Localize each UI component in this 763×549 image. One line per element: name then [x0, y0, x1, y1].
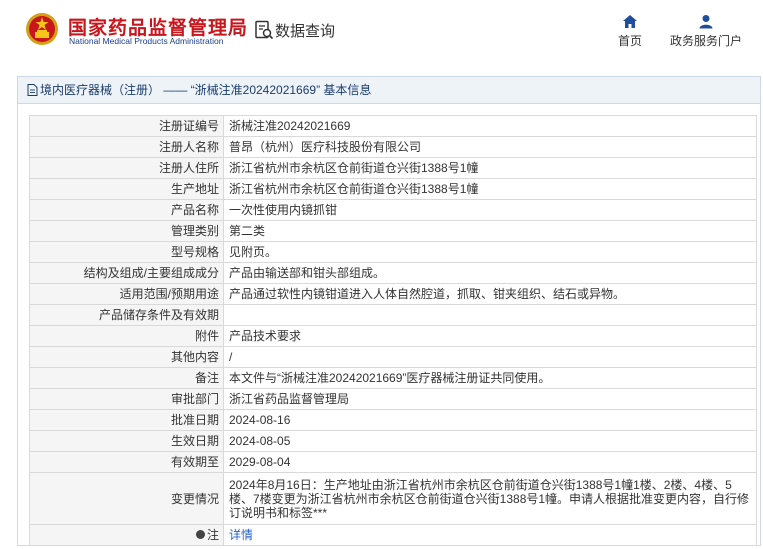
- field-value: 本文件与“浙械注准20242021669”医疗器械注册证共同使用。: [223, 367, 757, 389]
- field-label: 型号规格: [29, 241, 224, 263]
- field-label: 产品储存条件及有效期: [29, 304, 224, 326]
- table-row: 型号规格 见附页。: [29, 241, 757, 263]
- brand-subtitle: National Medical Products Administration: [69, 36, 224, 46]
- field-label: 管理类别: [29, 220, 224, 242]
- nav-portal-label: 政务服务门户: [669, 34, 742, 48]
- info-table-body: 注册证编号 浙械注准20242021669 注册人名称 普昂（杭州）医疗科技股份有限公…: [29, 115, 757, 546]
- table-row: 变更情况 2024年8月16日：生产地址由浙江省杭州市余杭区仓前街道仓兴街1388…: [29, 472, 757, 525]
- field-value: 一次性使用内镜抓钳: [223, 199, 757, 221]
- note-icon: [195, 530, 205, 539]
- field-label: 其他内容: [29, 346, 224, 368]
- field-value: 产品通过软性内镜钳道进入人体自然腔道，抓取、钳夹组织、结石或异物。: [223, 283, 757, 305]
- field-value: 普昂（杭州）医疗科技股份有限公司: [223, 136, 757, 158]
- table-row: 生效日期 2024-08-05: [29, 430, 757, 452]
- details-link[interactable]: 详情: [229, 528, 253, 542]
- home-icon: [623, 15, 637, 28]
- field-label: 生产地址: [29, 178, 224, 200]
- field-value: 2024年8月16日：生产地址由浙江省杭州市余杭区仓前街道仓兴街1388号1幢1…: [223, 472, 757, 525]
- user-icon: [699, 15, 713, 29]
- detail-panel: 境内医疗器械（注册） —— “浙械注准20242021669” 基本信息 注册证…: [17, 76, 761, 546]
- field-value: 浙江省杭州市余杭区仓前街道仓兴街1388号1幢: [223, 157, 757, 179]
- field-label: 生效日期: [29, 430, 224, 452]
- field-value: 产品技术要求: [223, 325, 757, 347]
- data-query-icon: [255, 20, 274, 40]
- table-row: 产品名称 一次性使用内镜抓钳: [29, 199, 757, 221]
- table-row: 附件 产品技术要求: [29, 325, 757, 347]
- field-label: 注册人住所: [29, 157, 224, 179]
- field-label: 批准日期: [29, 409, 224, 431]
- table-row-note: 注详情: [29, 524, 757, 546]
- site-header: 国家药品监督管理局 National Medical Products Admi…: [0, 0, 763, 66]
- panel-title: 境内医疗器械（注册） —— “浙械注准20242021669” 基本信息: [40, 83, 372, 97]
- field-label: 审批部门: [29, 388, 224, 410]
- page-section-title: 数据查询: [275, 23, 336, 40]
- national-emblem-icon: [26, 13, 58, 45]
- field-label-note: 注: [29, 524, 224, 546]
- field-value: [223, 304, 757, 326]
- field-value: 2024-08-05: [223, 430, 757, 452]
- table-row: 审批部门 浙江省药品监督管理局: [29, 388, 757, 410]
- field-value: 2029-08-04: [223, 451, 757, 473]
- note-label: 注: [206, 528, 219, 542]
- nav-home-label: 首页: [617, 34, 642, 48]
- info-table: 注册证编号 浙械注准20242021669 注册人名称 普昂（杭州）医疗科技股份有限公…: [29, 115, 757, 546]
- field-value: 产品由输送部和钳头部组成。: [223, 262, 757, 284]
- field-value: 第二类: [223, 220, 757, 242]
- table-row: 有效期至 2029-08-04: [29, 451, 757, 473]
- table-row: 产品储存条件及有效期: [29, 304, 757, 326]
- table-row: 注册人名称 普昂（杭州）医疗科技股份有限公司: [29, 136, 757, 158]
- field-value: 浙械注准20242021669: [223, 115, 757, 137]
- field-value-note: 详情: [223, 524, 757, 546]
- field-label: 产品名称: [29, 199, 224, 221]
- field-label: 备注: [29, 367, 224, 389]
- table-row: 结构及组成/主要组成成分 产品由输送部和钳头部组成。: [29, 262, 757, 284]
- nav-home-link[interactable]: 首页: [614, 14, 646, 49]
- field-label: 附件: [29, 325, 224, 347]
- field-label: 注册人名称: [29, 136, 224, 158]
- table-row: 备注 本文件与“浙械注准20242021669”医疗器械注册证共同使用。: [29, 367, 757, 389]
- field-label: 注册证编号: [29, 115, 224, 137]
- field-value: 浙江省药品监督管理局: [223, 388, 757, 410]
- document-icon: [27, 84, 38, 96]
- field-value: 见附页。: [223, 241, 757, 263]
- table-row: 其他内容 /: [29, 346, 757, 368]
- field-label: 结构及组成/主要组成成分: [29, 262, 224, 284]
- nav-portal-link[interactable]: 政务服务门户: [668, 14, 744, 49]
- table-row: 注册人住所 浙江省杭州市余杭区仓前街道仓兴街1388号1幢: [29, 157, 757, 179]
- panel-title-bar: 境内医疗器械（注册） —— “浙械注准20242021669” 基本信息: [18, 77, 760, 104]
- table-row: 适用范围/预期用途 产品通过软性内镜钳道进入人体自然腔道，抓取、钳夹组织、结石或异…: [29, 283, 757, 305]
- table-row: 注册证编号 浙械注准20242021669: [29, 115, 757, 137]
- table-row: 生产地址 浙江省杭州市余杭区仓前街道仓兴街1388号1幢: [29, 178, 757, 200]
- field-value: 浙江省杭州市余杭区仓前街道仓兴街1388号1幢: [223, 178, 757, 200]
- table-row: 管理类别 第二类: [29, 220, 757, 242]
- field-value: 2024-08-16: [223, 409, 757, 431]
- field-label: 变更情况: [29, 472, 224, 525]
- field-label: 有效期至: [29, 451, 224, 473]
- table-row: 批准日期 2024-08-16: [29, 409, 757, 431]
- field-label: 适用范围/预期用途: [29, 283, 224, 305]
- field-value: /: [223, 346, 757, 368]
